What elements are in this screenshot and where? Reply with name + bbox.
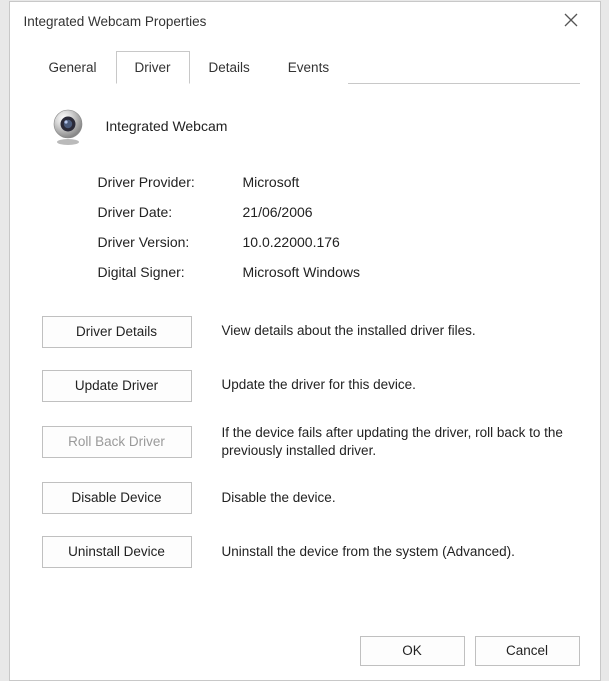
- label-provider: Driver Provider:: [98, 174, 243, 190]
- action-row-details: Driver Details View details about the in…: [42, 316, 568, 348]
- device-name: Integrated Webcam: [106, 118, 228, 134]
- window-title: Integrated Webcam Properties: [24, 14, 207, 29]
- action-row-uninstall: Uninstall Device Uninstall the device fr…: [42, 536, 568, 568]
- label-date: Driver Date:: [98, 204, 243, 220]
- properties-dialog: Integrated Webcam Properties General Dri…: [9, 1, 601, 681]
- update-driver-desc: Update the driver for this device.: [222, 376, 568, 394]
- rollback-driver-desc: If the device fails after updating the d…: [222, 424, 568, 460]
- dialog-footer: OK Cancel: [10, 626, 600, 680]
- uninstall-device-button[interactable]: Uninstall Device: [42, 536, 192, 568]
- update-driver-button[interactable]: Update Driver: [42, 370, 192, 402]
- value-signer: Microsoft Windows: [243, 264, 360, 280]
- tab-driver[interactable]: Driver: [116, 51, 190, 84]
- disable-device-button[interactable]: Disable Device: [42, 482, 192, 514]
- rollback-driver-button: Roll Back Driver: [42, 426, 192, 458]
- tab-strip: General Driver Details Events: [30, 50, 580, 84]
- webcam-icon: [48, 106, 88, 146]
- disable-device-desc: Disable the device.: [222, 489, 568, 507]
- value-provider: Microsoft: [243, 174, 300, 190]
- label-signer: Digital Signer:: [98, 264, 243, 280]
- close-icon: [564, 13, 578, 30]
- value-date: 21/06/2006: [243, 204, 313, 220]
- tab-events[interactable]: Events: [269, 51, 348, 84]
- uninstall-device-desc: Uninstall the device from the system (Ad…: [222, 543, 568, 561]
- driver-info-grid: Driver Provider: Microsoft Driver Date: …: [98, 174, 568, 280]
- tab-general[interactable]: General: [30, 51, 116, 84]
- action-row-disable: Disable Device Disable the device.: [42, 482, 568, 514]
- row-date: Driver Date: 21/06/2006: [98, 204, 568, 220]
- value-version: 10.0.22000.176: [243, 234, 340, 250]
- driver-details-desc: View details about the installed driver …: [222, 322, 568, 340]
- tab-details[interactable]: Details: [190, 51, 269, 84]
- device-header: Integrated Webcam: [42, 106, 568, 146]
- action-row-update: Update Driver Update the driver for this…: [42, 370, 568, 402]
- row-provider: Driver Provider: Microsoft: [98, 174, 568, 190]
- tab-body-driver: Integrated Webcam Driver Provider: Micro…: [30, 84, 580, 616]
- dialog-content: General Driver Details Events: [10, 40, 600, 626]
- row-version: Driver Version: 10.0.22000.176: [98, 234, 568, 250]
- driver-actions: Driver Details View details about the in…: [42, 316, 568, 568]
- ok-button[interactable]: OK: [360, 636, 465, 666]
- label-version: Driver Version:: [98, 234, 243, 250]
- cancel-button[interactable]: Cancel: [475, 636, 580, 666]
- close-button[interactable]: [556, 7, 586, 37]
- row-signer: Digital Signer: Microsoft Windows: [98, 264, 568, 280]
- driver-details-button[interactable]: Driver Details: [42, 316, 192, 348]
- action-row-rollback: Roll Back Driver If the device fails aft…: [42, 424, 568, 460]
- titlebar: Integrated Webcam Properties: [10, 2, 600, 40]
